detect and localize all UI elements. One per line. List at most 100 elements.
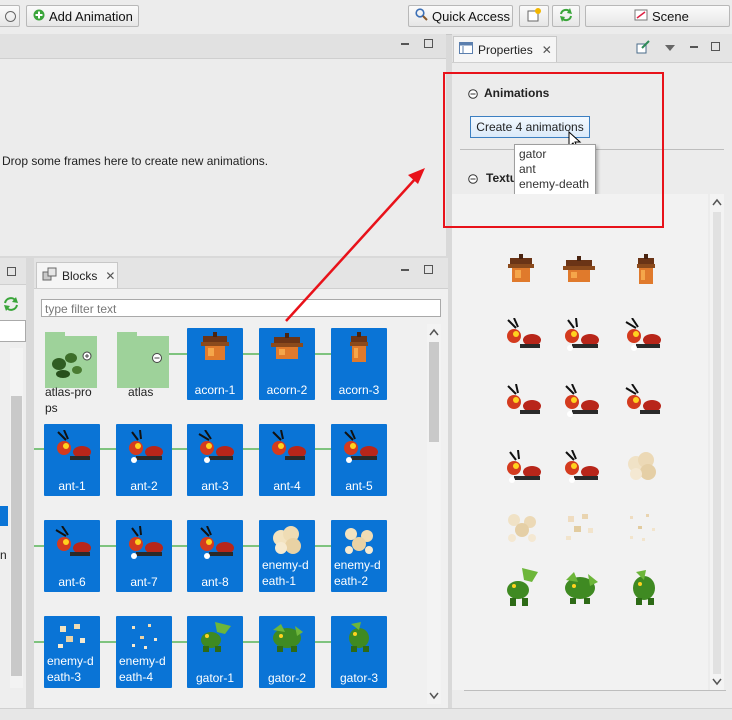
add-icon [33, 9, 45, 24]
scene-label: Scene [652, 8, 689, 24]
filter-placeholder: type filter text [45, 302, 117, 316]
refresh-button[interactable] [552, 5, 580, 27]
close-icon[interactable]: ✕ [105, 269, 115, 283]
filter-input[interactable]: type filter text [41, 299, 441, 317]
maximize-icon[interactable] [424, 265, 433, 274]
frame-enemy-death-1[interactable]: enemy-d eath-1 [259, 520, 315, 592]
frame-gator-1[interactable]: gator-1 [187, 616, 243, 688]
blocks-tab-label: Blocks [62, 268, 98, 283]
frame-label: ant-2 [130, 479, 158, 493]
texture-enemy-death-1 [628, 452, 656, 480]
frame-label: gator-1 [195, 671, 235, 685]
frame-enemy-death-3[interactable]: enemy-d eath-3 [44, 616, 100, 688]
refresh-icon[interactable] [2, 295, 20, 316]
texture-ant-7 [507, 450, 541, 483]
blocks-icon [42, 267, 58, 284]
frame-enemy-death-4[interactable]: enemy-d eath-4 [116, 616, 172, 688]
circle-icon [5, 10, 16, 22]
add-animation-button[interactable]: Add Animation [26, 5, 139, 27]
left-selected-row[interactable] [0, 506, 8, 526]
drop-hint-text: Drop some frames here to create new anim… [2, 154, 269, 168]
texture-ant-2 [565, 318, 599, 351]
minimize-icon[interactable] [401, 43, 409, 45]
frame-ant-4[interactable]: ant-4 [259, 424, 315, 496]
texture-enemy-death-2 [508, 514, 536, 542]
add-animation-label: Add Animation [49, 8, 133, 24]
scene-perspective-button[interactable]: Scene [585, 5, 730, 27]
tab-blocks[interactable]: Blocks ✕ [36, 262, 118, 288]
frame-label: enemy-d eath-1 [262, 558, 309, 588]
main-toolbar: Add Animation Quick Access Scene [0, 0, 732, 35]
view-menu-icon[interactable] [665, 42, 675, 56]
texture-ant-6 [625, 384, 661, 414]
texture-acorn-2 [563, 256, 595, 282]
frame-label: ant-8 [201, 575, 229, 589]
animation-editor[interactable]: Drop some frames here to create new anim… [0, 34, 446, 256]
frame-label: ant-5 [345, 479, 373, 493]
maximize-icon[interactable] [711, 42, 720, 51]
texture-gator-3 [633, 570, 655, 605]
blocks-grid: atlas-pro ps atlas acorn-1 acorn-2 acorn-… [34, 324, 428, 704]
frame-label: ant-4 [273, 479, 301, 493]
frame-label: enemy-d eath-2 [334, 558, 381, 588]
frame-ant-1[interactable]: ant-1 [44, 424, 100, 496]
frame-label: ant-7 [130, 575, 158, 589]
frame-label: gator-2 [267, 671, 307, 685]
properties-scrollbar[interactable] [710, 194, 724, 690]
close-icon[interactable]: ✕ [542, 43, 552, 57]
texture-ant-5 [565, 384, 599, 417]
frame-gator-2[interactable]: gator-2 [259, 616, 315, 688]
new-window-button[interactable] [519, 5, 549, 27]
texture-acorn-3 [637, 254, 655, 284]
folder-atlas-label: atlas [128, 385, 154, 399]
frame-acorn-1[interactable]: acorn-1 [187, 328, 243, 400]
status-strip [0, 708, 732, 720]
minimize-icon[interactable] [690, 46, 698, 48]
quick-access-label: Quick Access [432, 8, 511, 24]
folder-atlas-props[interactable] [45, 332, 97, 388]
frame-enemy-death-2[interactable]: enemy-d eath-2 [331, 520, 387, 592]
editor-tab-bar [0, 34, 446, 59]
frame-gator-3[interactable]: gator-3 [331, 616, 387, 688]
frame-ant-8[interactable]: ant-8 [187, 520, 243, 592]
maximize-icon[interactable] [7, 267, 16, 276]
frame-ant-6[interactable]: ant-6 [44, 520, 100, 592]
texture-ant-8 [565, 450, 599, 483]
frame-label: acorn-2 [266, 383, 308, 397]
texture-ant-3 [625, 318, 661, 351]
texture-enemy-death-3 [566, 514, 593, 540]
frame-label: ant-3 [201, 479, 229, 493]
properties-tab-label: Properties [478, 42, 533, 57]
frame-label: acorn-3 [338, 383, 380, 397]
search-icon [415, 8, 428, 24]
tab-properties[interactable]: Properties ✕ [453, 36, 557, 62]
properties-icon [459, 42, 473, 57]
frame-label: gator-3 [339, 671, 379, 685]
frame-label: enemy-d eath-3 [47, 654, 94, 684]
pin-icon[interactable] [636, 40, 650, 57]
new-window-icon [526, 7, 542, 26]
frame-acorn-3[interactable]: acorn-3 [331, 328, 387, 400]
frame-label: ant-6 [58, 575, 86, 589]
maximize-icon[interactable] [424, 39, 433, 48]
frame-ant-7[interactable]: ant-7 [116, 520, 172, 592]
frame-acorn-2[interactable]: acorn-2 [259, 328, 315, 400]
toolbar-left-button[interactable] [0, 5, 20, 27]
frame-label: ant-1 [58, 479, 86, 493]
left-scrollbar[interactable] [10, 348, 23, 688]
frame-ant-2[interactable]: ant-2 [116, 424, 172, 496]
scene-icon [634, 8, 648, 25]
frame-label: enemy-d eath-4 [119, 654, 166, 684]
blocks-scrollbar[interactable] [427, 324, 441, 704]
left-filter-input[interactable] [0, 320, 26, 342]
quick-access-button[interactable]: Quick Access [408, 5, 513, 27]
texture-gator-1 [507, 568, 538, 606]
texture-acorn-1 [508, 254, 534, 282]
minimize-icon[interactable] [401, 269, 409, 271]
folder-atlas[interactable] [117, 332, 169, 388]
frame-label: acorn-1 [194, 383, 236, 397]
frame-ant-3[interactable]: ant-3 [187, 424, 243, 496]
texture-ant-4 [507, 384, 541, 414]
frame-ant-5[interactable]: ant-5 [331, 424, 387, 496]
left-side-pane: n [0, 258, 26, 708]
